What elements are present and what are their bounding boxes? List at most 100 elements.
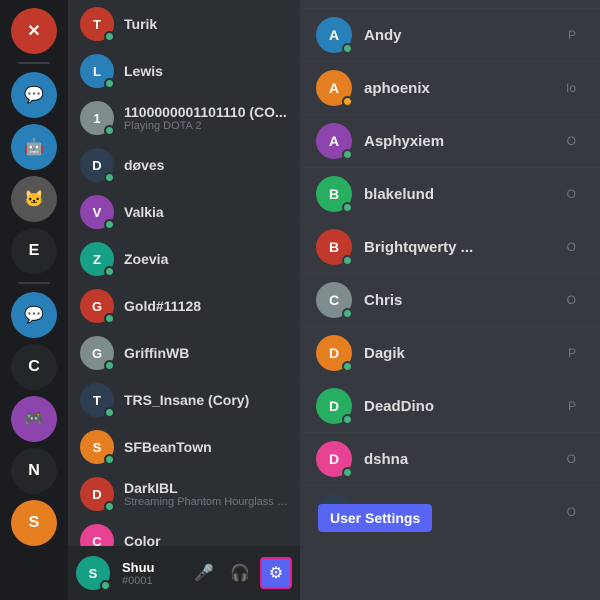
status-dot bbox=[342, 202, 353, 213]
right-friend-item[interactable]: A aphoenix Io bbox=[300, 61, 600, 114]
friend-avatar: S bbox=[80, 430, 114, 464]
right-friend-item[interactable]: D dshna O bbox=[300, 432, 600, 485]
friend-activity: Streaming Phantom Hourglass w... bbox=[124, 496, 288, 508]
server-icon[interactable]: N bbox=[11, 448, 57, 494]
friend-item[interactable]: 1 1100000001101110 (CO... Playing DOTA 2 bbox=[72, 95, 296, 141]
mic-button[interactable]: 🎤 bbox=[188, 557, 220, 589]
friend-item[interactable]: G GriffinWB bbox=[72, 330, 296, 376]
user-bar-info: Shuu #0001 bbox=[122, 560, 184, 587]
user-tag: #0001 bbox=[122, 575, 184, 587]
friend-avatar: V bbox=[80, 195, 114, 229]
status-dot bbox=[104, 407, 115, 418]
settings-button[interactable]: ⚙ bbox=[260, 557, 292, 589]
friend-avatar: T bbox=[80, 7, 114, 41]
right-friend-avatar: B bbox=[316, 176, 352, 212]
server-icon[interactable]: 💬 bbox=[11, 72, 57, 118]
right-friend-item[interactable]: B blakelund O bbox=[300, 167, 600, 220]
friends-panel: T Turik L Lewis 1 1100000001101110 (CO..… bbox=[68, 0, 300, 600]
friend-name: GriffinWB bbox=[124, 345, 288, 361]
right-status-text: O bbox=[567, 240, 576, 254]
friend-info: 1100000001101110 (CO... Playing DOTA 2 bbox=[124, 104, 288, 132]
status-dot bbox=[342, 96, 353, 107]
friend-avatar: C bbox=[80, 524, 114, 546]
friend-avatar: L bbox=[80, 54, 114, 88]
server-icon[interactable]: C bbox=[11, 344, 57, 390]
right-friend-item[interactable]: A Andy P bbox=[300, 8, 600, 61]
status-dot bbox=[104, 360, 115, 371]
friend-info: Zoevia bbox=[124, 251, 288, 267]
status-dot bbox=[104, 313, 115, 324]
status-dot bbox=[342, 255, 353, 266]
right-friend-avatar: A bbox=[316, 70, 352, 106]
right-friend-item[interactable]: D Dagik P bbox=[300, 326, 600, 379]
status-dot bbox=[104, 172, 115, 183]
friend-name: Color bbox=[124, 533, 288, 546]
status-dot bbox=[342, 414, 353, 425]
right-status-text: O bbox=[567, 134, 576, 148]
friend-item[interactable]: C Color bbox=[72, 518, 296, 546]
right-friend-name: døves bbox=[364, 504, 567, 521]
server-icon[interactable]: 🎮 bbox=[11, 396, 57, 442]
friend-info: Lewis bbox=[124, 63, 288, 79]
friend-item[interactable]: T Turik bbox=[72, 1, 296, 47]
right-friend-item[interactable]: B Brightqwerty ... O bbox=[300, 220, 600, 273]
friend-info: DarkIBL Streaming Phantom Hourglass w... bbox=[124, 480, 288, 508]
friend-item[interactable]: Z Zoevia bbox=[72, 236, 296, 282]
right-status-text: Io bbox=[566, 81, 576, 95]
friend-avatar: D bbox=[80, 477, 114, 511]
server-list: ✕ 💬 🤖 🐱 E 💬 C 🎮 NS bbox=[0, 0, 68, 600]
friend-name: DarkIBL bbox=[124, 480, 288, 496]
friend-item[interactable]: L Lewis bbox=[72, 48, 296, 94]
friend-info: TRS_Insane (Cory) bbox=[124, 392, 288, 408]
right-friends-list: A Andy P A aphoenix Io A Asphyxiem O B b… bbox=[300, 0, 600, 600]
friend-name: Gold#11128 bbox=[124, 298, 288, 314]
friend-avatar: G bbox=[80, 289, 114, 323]
right-friend-avatar: A bbox=[316, 17, 352, 53]
right-friend-item[interactable]: D døves O bbox=[300, 485, 600, 538]
server-icon[interactable]: 🤖 bbox=[11, 124, 57, 170]
server-icon[interactable]: E bbox=[11, 228, 57, 274]
server-icon[interactable]: ✕ bbox=[11, 8, 57, 54]
status-dot bbox=[342, 467, 353, 478]
right-friend-name: dshna bbox=[364, 451, 567, 468]
user-bar-icons: 🎤 🎧 ⚙ bbox=[188, 557, 292, 589]
friend-name: SFBeanTown bbox=[124, 439, 288, 455]
right-status-text: P bbox=[568, 399, 576, 413]
server-icon[interactable]: 🐱 bbox=[11, 176, 57, 222]
right-friend-name: Andy bbox=[364, 27, 568, 44]
status-dot bbox=[342, 149, 353, 160]
right-friend-avatar: D bbox=[316, 335, 352, 371]
right-friend-name: Chris bbox=[364, 292, 567, 309]
friend-item[interactable]: D døves bbox=[72, 142, 296, 188]
right-status-text: P bbox=[568, 28, 576, 42]
friend-item[interactable]: T TRS_Insane (Cory) bbox=[72, 377, 296, 423]
right-friend-name: aphoenix bbox=[364, 80, 566, 97]
server-icon[interactable]: 💬 bbox=[11, 292, 57, 338]
status-dot bbox=[342, 520, 353, 531]
friend-info: Gold#11128 bbox=[124, 298, 288, 314]
avatar: S bbox=[76, 556, 110, 590]
status-dot bbox=[104, 31, 115, 42]
right-friend-item[interactable]: A Asphyxiem O bbox=[300, 114, 600, 167]
friend-item[interactable]: S SFBeanTown bbox=[72, 424, 296, 470]
friend-avatar: Z bbox=[80, 242, 114, 276]
right-friend-item[interactable]: C Chris O bbox=[300, 273, 600, 326]
status-dot bbox=[104, 501, 115, 512]
user-bar: S Shuu #0001 🎤 🎧 ⚙ bbox=[68, 546, 300, 600]
friend-activity: Playing DOTA 2 bbox=[124, 120, 288, 132]
server-separator bbox=[18, 62, 50, 64]
friend-item[interactable]: V Valkia bbox=[72, 189, 296, 235]
right-friend-name: Brightqwerty ... bbox=[364, 239, 567, 256]
friend-avatar: G bbox=[80, 336, 114, 370]
status-dot bbox=[342, 43, 353, 54]
status-dot bbox=[104, 454, 115, 465]
right-friend-item[interactable]: D DeadDino P bbox=[300, 379, 600, 432]
friend-item[interactable]: G Gold#11128 bbox=[72, 283, 296, 329]
friend-avatar: D bbox=[80, 148, 114, 182]
server-separator bbox=[18, 282, 50, 284]
headphone-button[interactable]: 🎧 bbox=[224, 557, 256, 589]
server-icon[interactable]: S bbox=[11, 500, 57, 546]
friend-item[interactable]: D DarkIBL Streaming Phantom Hourglass w.… bbox=[72, 471, 296, 517]
right-panel: A Andy P A aphoenix Io A Asphyxiem O B b… bbox=[300, 0, 600, 600]
right-friend-avatar: B bbox=[316, 229, 352, 265]
